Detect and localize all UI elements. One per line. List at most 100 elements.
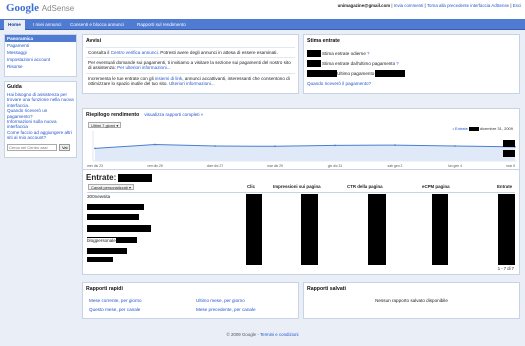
x-tick-label: dom dic 27: [207, 164, 224, 168]
data-point[interactable]: [394, 144, 396, 146]
table-row: blogpersonale: [87, 238, 116, 245]
help-icon[interactable]: ?: [367, 51, 370, 56]
data-point[interactable]: [154, 143, 156, 146]
guide-link-payment[interactable]: Quando riceverò un pagamento?: [7, 108, 74, 119]
sign-out-link[interactable]: Esci: [513, 3, 521, 8]
table-header: Clic Impressioni sui pagina CTR della pa…: [87, 184, 515, 191]
no-saved-reports-text: Nessun rapporto salvato disponibile: [375, 298, 448, 303]
report-last-month-day[interactable]: Ultimo mese, per giorno: [196, 298, 245, 303]
redacted-value: [87, 248, 127, 254]
logo-google: Google: [6, 2, 39, 14]
help-icon[interactable]: ?: [396, 61, 399, 66]
earnings-table-panel: Entrate: Canali personalizzati ▾ Clic Im…: [82, 169, 520, 275]
tab-home[interactable]: Home: [4, 20, 25, 30]
report-this-month-channel[interactable]: Questo mese, per canale: [89, 307, 140, 312]
terms-link[interactable]: Termini e condizioni: [260, 332, 299, 337]
redacted-value: [118, 173, 153, 182]
redacted-value: [307, 70, 337, 77]
send-feedback-link[interactable]: Invia commenti: [394, 3, 424, 8]
chevron-down-icon: ▾: [116, 123, 119, 128]
col-ctr[interactable]: CTR della pagina: [347, 184, 383, 189]
redacted-value: [307, 50, 321, 57]
guide-panel: Guida Hai bisogno di assistenza per trov…: [4, 81, 77, 158]
sidebar-nav: Panoramica Pagamenti Messaggi Impostazio…: [4, 34, 77, 77]
footer: © 2009 Google - Termini e condizioni: [226, 332, 299, 337]
earnings-line-chart: mer dic 23 ven dic 25 dom dic 27 mar dic 29…: [87, 131, 517, 168]
redacted-value: [375, 70, 406, 77]
when-paid-link[interactable]: Quando riceverò il pagamento?: [307, 81, 516, 86]
redacted-value: [87, 225, 151, 232]
earnings-title: Entrate:: [86, 173, 117, 182]
data-point[interactable]: [454, 145, 456, 147]
sidebar-item-impostazioni[interactable]: Impostazioni account: [5, 56, 76, 63]
full-reports-link[interactable]: visualizza rapporti completi »: [144, 112, 203, 117]
redacted-value: [87, 204, 144, 210]
saved-reports-panel: Rapporti salvati Nessun rapporto salvato…: [303, 282, 520, 319]
estimated-earnings-title: Stima entrate: [307, 38, 340, 44]
redacted-value: [307, 60, 321, 67]
sidebar-item-messaggi[interactable]: Messaggi: [5, 49, 76, 56]
header: Google AdSense unimagazine@gmail.com | I…: [0, 0, 525, 19]
earnings-title-row: Entrate:: [86, 173, 516, 182]
x-tick-label: mar dic 29: [267, 164, 283, 168]
alert-message: Consulta il Centro verifica annunci. Pot…: [86, 47, 295, 57]
x-tick-label: lun gen 4: [448, 164, 462, 168]
redacted-column: [432, 194, 448, 265]
redacted-value: [468, 126, 479, 131]
report-prev-month-channel[interactable]: Mese precedente, per canale: [196, 307, 256, 312]
payments-info-link[interactable]: Per ulteriori informazioni...: [117, 65, 170, 70]
tab-performance-reports[interactable]: Rapporti sul rendimento: [133, 20, 190, 29]
tab-my-ads[interactable]: I miei annunci: [29, 20, 65, 29]
adsense-logo[interactable]: Google AdSense: [6, 2, 74, 14]
sidebar-item-panoramica[interactable]: Panoramica: [5, 35, 76, 42]
alerts-panel: Avvisi Consulta il Centro verifica annun…: [82, 34, 299, 94]
redacted-column: [246, 194, 262, 265]
data-point[interactable]: [334, 144, 336, 147]
more-info-link[interactable]: Ulteriori informazioni...: [169, 81, 215, 86]
earnings-row-since-payment: Stima entrate dall'ultimo pagamento ?: [307, 60, 516, 67]
help-search-button[interactable]: Vai: [59, 143, 71, 151]
date-range-select[interactable]: Ultimi 7 giorni ▾: [88, 122, 122, 128]
x-tick-label: ven dic 25: [147, 164, 163, 168]
help-search-input[interactable]: [7, 143, 57, 151]
redacted-column: [368, 194, 386, 265]
alerts-title: Avvisi: [86, 38, 102, 44]
estimated-earnings-panel: Stima entrate Stima entrate odierne ? St…: [303, 34, 520, 94]
col-ecpm[interactable]: eCPM pagina: [422, 184, 450, 189]
ad-review-center-link[interactable]: Centro verifica annunci: [111, 50, 158, 55]
account-email: unimagazine@gmail.com: [337, 3, 391, 8]
redacted-column: [301, 194, 318, 265]
guide-link-add-sites[interactable]: Come faccio ad aggiungere altri siti al …: [7, 130, 74, 141]
summary-title: Riepilogo rendimento: [86, 112, 140, 118]
logo-adsense: AdSense: [41, 4, 75, 13]
x-tick-label: mar 5: [506, 164, 515, 168]
guide-link-assistance[interactable]: Hai bisogno di assistenza per trovare un…: [7, 92, 74, 108]
alert-message: Per eventuali domande sui pagamenti, ti …: [86, 57, 295, 72]
old-interface-link[interactable]: Torna alla precedente interfaccia AdSens…: [427, 3, 509, 8]
quick-reports-title: Rapporti rapidi: [86, 286, 123, 292]
saved-reports-title: Rapporti salvati: [307, 286, 346, 292]
redacted-value: [87, 257, 113, 262]
redacted-value: [503, 140, 515, 147]
tab-allow-block-ads[interactable]: Consenti e blocca annunci: [66, 20, 128, 29]
col-clicks[interactable]: Clic: [247, 184, 255, 189]
data-point[interactable]: [214, 145, 216, 147]
earnings-row-last-payment: Ultimo pagamento: [307, 70, 516, 77]
data-point[interactable]: [274, 145, 276, 148]
x-tick-label: gio dic 31: [328, 164, 343, 168]
guide-title: Guida: [7, 84, 22, 90]
table-row: 300newsita: [87, 194, 111, 199]
guide-link-new-interface[interactable]: Informazioni sulla nuova interfaccia: [7, 119, 74, 130]
x-tick-label: mer dic 23: [87, 164, 103, 168]
col-impressions[interactable]: Impressioni sui pagina: [273, 184, 321, 189]
series-area-entrate: [95, 144, 515, 161]
data-point[interactable]: [94, 147, 96, 150]
sidebar-item-risorse[interactable]: Risorse: [5, 63, 76, 70]
report-current-month-day[interactable]: Mese corrente, per giorno: [89, 298, 142, 303]
quick-reports-panel: Rapporti rapidi Mese corrente, per giorn…: [82, 282, 299, 319]
col-earnings[interactable]: Entrate: [497, 184, 512, 189]
x-tick-label: sab gen 2: [388, 164, 403, 168]
sidebar-item-pagamenti[interactable]: Pagamenti: [5, 42, 76, 49]
alert-message: Incrementa le tue entrate con gli insiem…: [86, 72, 295, 88]
summary-header: Riepilogo rendimento visualizza rapporti…: [86, 112, 516, 118]
